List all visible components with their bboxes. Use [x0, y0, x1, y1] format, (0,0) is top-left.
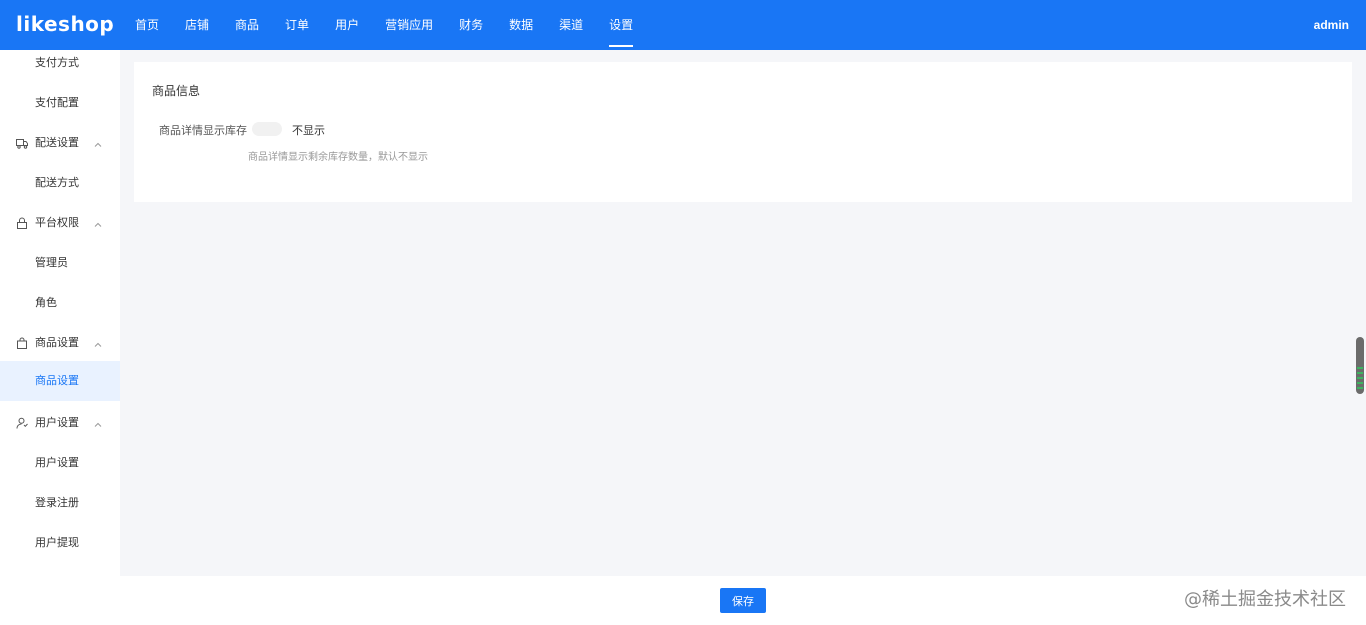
chevron-up-icon	[93, 417, 103, 427]
sidebar-item-3[interactable]: 配送方式	[0, 171, 120, 211]
sidebar-item-label: 商品设置	[35, 375, 79, 387]
footer-bar: 保存	[120, 576, 1366, 625]
nav-item-5[interactable]: 营销应用	[372, 0, 446, 50]
likeshop-logo[interactable]: likeshop	[16, 12, 114, 36]
sidebar-item-label: 角色	[35, 297, 57, 309]
chevron-up-icon	[93, 137, 103, 147]
sidebar-item-8[interactable]: 商品设置	[0, 361, 120, 401]
sidebar-item-label: 商品设置	[35, 337, 79, 349]
sidebar-item-label: 用户提现	[35, 537, 79, 549]
page-scrollbar[interactable]	[1356, 337, 1364, 394]
nav-item-4[interactable]: 用户	[322, 0, 372, 50]
show-stock-switch[interactable]	[252, 122, 282, 136]
sidebar-item-1[interactable]: 支付配置	[0, 91, 120, 131]
sidebar-item-label: 用户设置	[35, 457, 79, 469]
nav-item-1[interactable]: 店铺	[172, 0, 222, 50]
chevron-up-icon	[93, 217, 103, 227]
sidebar-item-9[interactable]: 用户设置	[0, 411, 120, 451]
show-stock-switch-text: 不显示	[292, 125, 325, 137]
sidebar-item-2[interactable]: 配送设置	[0, 131, 120, 171]
sidebar-item-label: 登录注册	[35, 497, 79, 509]
sidebar-item-4[interactable]: 平台权限	[0, 211, 120, 251]
nav-item-3[interactable]: 订单	[272, 0, 322, 50]
show-stock-hint: 商品详情显示剩余库存数量，默认不显示	[248, 152, 428, 163]
nav-item-8[interactable]: 渠道	[546, 0, 596, 50]
save-button[interactable]: 保存	[720, 588, 766, 613]
sidebar-item-label: 平台权限	[35, 217, 79, 229]
nav-item-9[interactable]: 设置	[596, 0, 646, 50]
chevron-up-icon	[93, 337, 103, 347]
sidebar-item-label: 配送方式	[35, 177, 79, 189]
bag-icon	[16, 336, 28, 349]
nav-item-7[interactable]: 数据	[496, 0, 546, 50]
goods-info-panel: 商品信息 商品详情显示库存 不显示 商品详情显示剩余库存数量，默认不显示	[134, 62, 1352, 202]
nav-item-6[interactable]: 财务	[446, 0, 496, 50]
sidebar-item-label: 支付配置	[35, 97, 79, 109]
sidebar-item-12[interactable]: 用户提现	[0, 531, 120, 571]
sidebar-item-label: 用户设置	[35, 417, 79, 429]
sidebar: 支付方式 支付配置 配送设置 配送方式 平台权限 管理员 角色 商品设置 商品设置 用户设置 用户设…	[0, 50, 120, 625]
user-icon	[16, 416, 28, 429]
main-nav: 首页 店铺 商品 订单 用户 营销应用 财务 数据 渠道 设置	[122, 0, 646, 50]
sidebar-item-label: 支付方式	[35, 57, 79, 69]
sidebar-item-6[interactable]: 角色	[0, 291, 120, 331]
nav-item-2[interactable]: 商品	[222, 0, 272, 50]
sidebar-item-0[interactable]: 支付方式	[0, 51, 120, 91]
section-title: 商品信息	[152, 84, 201, 98]
nav-item-0[interactable]: 首页	[122, 0, 172, 50]
sidebar-item-11[interactable]: 登录注册	[0, 491, 120, 531]
sidebar-item-label: 管理员	[35, 257, 68, 269]
truck-icon	[16, 136, 28, 149]
sidebar-item-label: 配送设置	[35, 137, 79, 149]
top-navbar: likeshop 首页 店铺 商品 订单 用户 营销应用 财务 数据 渠道 设置 admin	[0, 0, 1366, 50]
lock-icon	[16, 216, 28, 229]
sidebar-item-5[interactable]: 管理员	[0, 251, 120, 291]
sidebar-item-10[interactable]: 用户设置	[0, 451, 120, 491]
watermark: @稀土掘金技术社区	[1184, 589, 1346, 610]
user-menu[interactable]: admin	[1314, 0, 1349, 50]
show-stock-label: 商品详情显示库存	[159, 125, 247, 137]
